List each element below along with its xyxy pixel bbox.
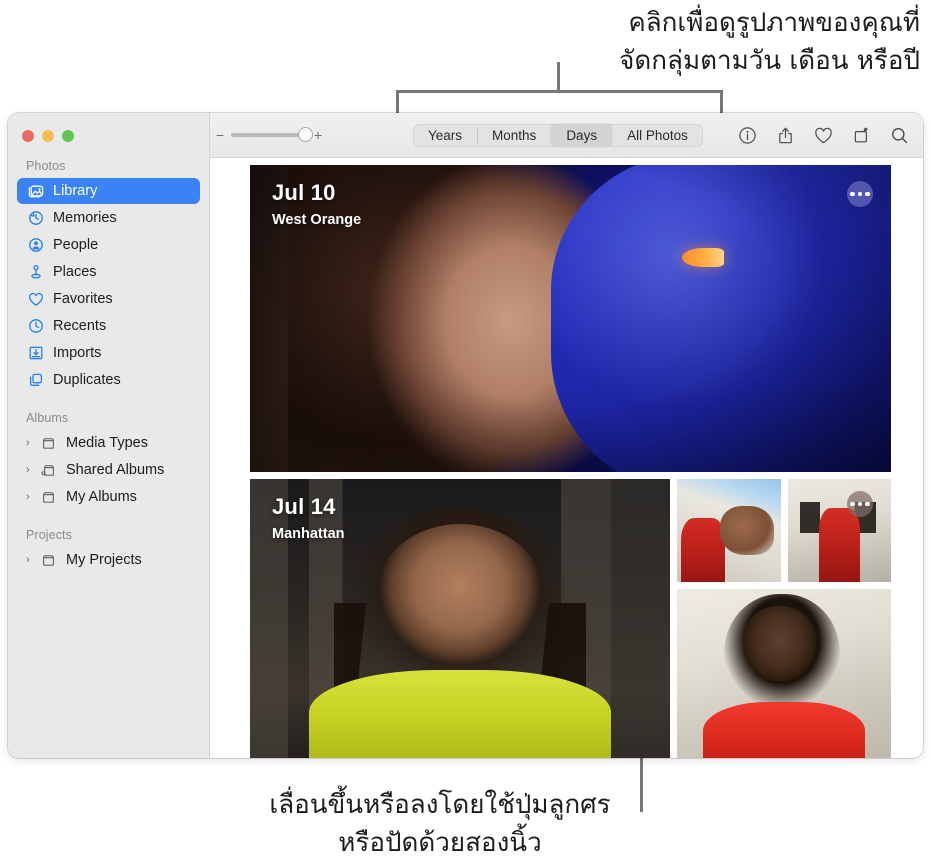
- callout-leader-bracket-top: [396, 90, 723, 114]
- sidebar-item-places[interactable]: Places: [17, 259, 200, 285]
- sidebar-item-favorites[interactable]: Favorites: [17, 286, 200, 312]
- chevron-right-icon[interactable]: ›: [26, 554, 38, 566]
- sidebar-item-label: Recents: [53, 318, 107, 334]
- library-icon: [26, 183, 45, 200]
- callout-leader-stem-top: [557, 62, 560, 92]
- day-place: Manhattan: [272, 526, 345, 542]
- sidebar-item-label: Duplicates: [53, 372, 121, 388]
- view-mode-segmented-control[interactable]: Years Months Days All Photos: [413, 124, 703, 147]
- sidebar-item-label: Favorites: [53, 291, 113, 307]
- clock-icon: [26, 318, 45, 335]
- sidebar-item-label: People: [53, 237, 99, 253]
- photo-secondary-column: [677, 479, 891, 758]
- day-date: Jul 14: [272, 494, 336, 519]
- callout-text-top: คลิกเพื่อดูรูปภาพของคุณที่ จัดกลุ่มตามวั…: [619, 8, 920, 76]
- chevron-right-icon[interactable]: ›: [26, 464, 38, 476]
- info-icon[interactable]: [738, 126, 757, 145]
- content-area: − + Years Months Days All Photos Jul 10 …: [210, 113, 923, 758]
- day-place: West Orange: [272, 212, 362, 228]
- sidebar-item-imports[interactable]: Imports: [17, 340, 200, 366]
- folder-icon: [39, 552, 58, 569]
- callout-leader-stem-bottom: [640, 756, 643, 812]
- photo-artwork: [677, 589, 891, 758]
- toolbar: − + Years Months Days All Photos: [210, 113, 923, 158]
- photo-thumbnail-2[interactable]: [787, 479, 891, 582]
- zoom-slider-track[interactable]: [231, 128, 312, 141]
- day-block-jul-14: Jul 14 Manhattan: [250, 479, 923, 758]
- folder-icon: [39, 435, 58, 452]
- photos-app-window: Photos Library Memories People Places Fa…: [8, 113, 923, 758]
- sidebar-item-shared-albums[interactable]: › Shared Albums: [17, 457, 200, 483]
- sidebar-item-label: Media Types: [66, 435, 148, 451]
- sidebar-item-label: Imports: [53, 345, 102, 361]
- duplicates-icon: [26, 372, 45, 389]
- memories-icon: [26, 210, 45, 227]
- shared-folder-icon: [39, 462, 58, 479]
- share-icon[interactable]: [776, 126, 795, 145]
- people-icon: [26, 237, 45, 254]
- photo-primary[interactable]: Jul 14 Manhattan: [250, 479, 670, 758]
- more-options-button[interactable]: [847, 181, 873, 207]
- sidebar-item-memories[interactable]: Memories: [17, 205, 200, 231]
- day-label: Jul 14 Manhattan: [272, 494, 345, 542]
- photo-artwork: [677, 479, 781, 582]
- sidebar-item-my-projects[interactable]: › My Projects: [17, 547, 200, 573]
- sidebar: Photos Library Memories People Places Fa…: [8, 113, 210, 758]
- minimize-window-button[interactable]: [42, 130, 54, 142]
- day-block-jul-10: Jul 10 West Orange: [250, 165, 923, 472]
- zoom-slider-knob[interactable]: [298, 128, 312, 141]
- window-controls: [8, 121, 209, 143]
- day-date: Jul 10: [272, 180, 336, 205]
- sidebar-item-label: Places: [53, 264, 97, 280]
- sidebar-section-header-photos: Photos: [26, 159, 66, 173]
- photo-hero[interactable]: Jul 10 West Orange: [250, 165, 891, 472]
- tab-days[interactable]: Days: [551, 124, 613, 147]
- sidebar-item-label: Shared Albums: [66, 462, 165, 478]
- close-window-button[interactable]: [22, 130, 34, 142]
- maximize-window-button[interactable]: [62, 130, 74, 142]
- photo-artwork: [787, 479, 891, 582]
- sidebar-item-label: Library: [53, 183, 98, 199]
- photo-thumbnail-1[interactable]: [677, 479, 781, 582]
- day-label: Jul 10 West Orange: [272, 180, 361, 228]
- rotate-icon[interactable]: [852, 126, 871, 145]
- callout-text-bottom: เลื่อนขึ้นหรือลงโดยใช้ปุ่มลูกศร หรือปัดด…: [269, 790, 611, 858]
- folder-icon: [39, 489, 58, 506]
- chevron-right-icon[interactable]: ›: [26, 437, 38, 449]
- toolbar-icons: [738, 113, 909, 158]
- photo-grid[interactable]: Jul 10 West Orange Jul 14 Manhattan: [210, 158, 923, 758]
- sidebar-item-label: My Albums: [66, 489, 137, 505]
- tab-months[interactable]: Months: [477, 124, 551, 147]
- sidebar-section-header-albums: Albums: [26, 411, 69, 425]
- sidebar-item-label: My Projects: [66, 552, 142, 568]
- sidebar-item-recents[interactable]: Recents: [17, 313, 200, 339]
- sidebar-item-my-albums[interactable]: › My Albums: [17, 484, 200, 510]
- photo-thumbnail-3[interactable]: [677, 589, 891, 758]
- more-options-button[interactable]: [847, 491, 873, 517]
- tab-all-photos[interactable]: All Photos: [612, 124, 703, 147]
- zoom-in-icon[interactable]: +: [314, 128, 322, 142]
- sidebar-section-header-projects: Projects: [26, 528, 72, 542]
- search-icon[interactable]: [890, 126, 909, 145]
- places-icon: [26, 264, 45, 281]
- sidebar-item-duplicates[interactable]: Duplicates: [17, 367, 200, 393]
- sidebar-item-media-types[interactable]: › Media Types: [17, 430, 200, 456]
- sidebar-item-label: Memories: [53, 210, 117, 226]
- photo-thumbnail-row: [677, 479, 891, 582]
- tab-years[interactable]: Years: [413, 124, 477, 147]
- import-icon: [26, 345, 45, 362]
- sidebar-item-library[interactable]: Library: [17, 178, 200, 204]
- zoom-slider[interactable]: − +: [216, 128, 322, 142]
- zoom-out-icon[interactable]: −: [216, 128, 224, 142]
- chevron-right-icon[interactable]: ›: [26, 491, 38, 503]
- sidebar-item-people[interactable]: People: [17, 232, 200, 258]
- favorite-heart-icon[interactable]: [814, 127, 833, 145]
- heart-icon: [26, 291, 45, 308]
